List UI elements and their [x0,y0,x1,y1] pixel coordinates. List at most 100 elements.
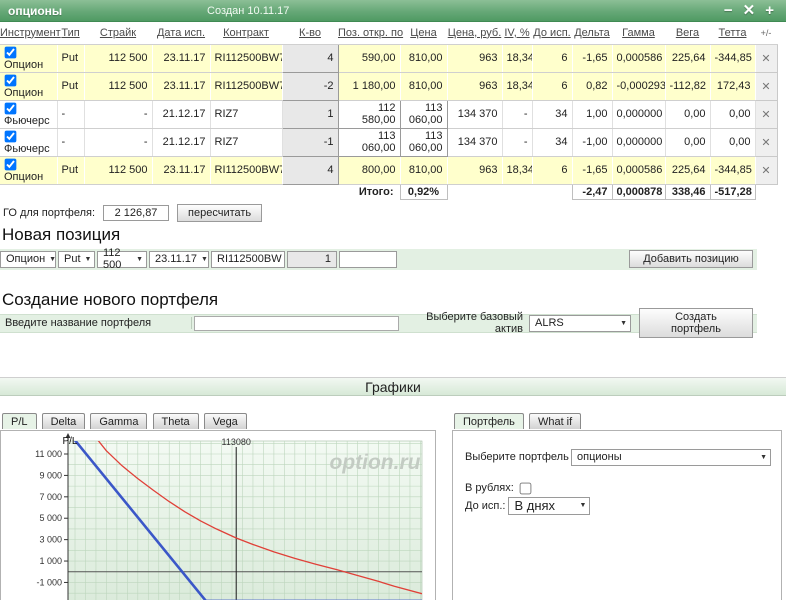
days-label: До исп.: [465,499,506,512]
tab-delta[interactable]: Delta [41,412,86,429]
chevron-down-icon: ▼ [760,453,767,461]
type-select[interactable]: Put ▼ [58,250,95,268]
open-price-field[interactable] [339,250,397,268]
cell-open_price: 590,00 [338,44,401,73]
col-days[interactable]: До исп. [532,22,572,45]
row-checkbox[interactable] [4,102,17,114]
delete-row-icon[interactable]: ✕ [754,43,778,73]
col-delta[interactable]: Дельта [572,22,612,45]
delete-row-icon[interactable]: ✕ [754,127,778,157]
svg-text:7 000: 7 000 [39,491,62,501]
cell-delta: -1,65 [572,156,613,185]
col-exp-date[interactable]: Дата исп. [152,22,210,45]
totals-delta: -2,47 [571,183,613,200]
contract-select[interactable]: RI112500BW▼ [211,250,293,268]
cell-price: 810,00 [400,44,448,73]
close-icon[interactable]: ✕ [743,2,756,19]
new-portfolio-heading: Создание нового портфеля [2,289,219,309]
delete-row-icon[interactable]: ✕ [754,71,778,101]
row-checkbox[interactable] [4,74,17,86]
portfolio-name-label: Введите название портфеля [0,317,192,329]
col-theta[interactable]: Тетта [710,22,755,45]
base-asset-select[interactable]: ALRS ▼ [529,314,631,332]
tab-portfolio[interactable]: Портфель [454,412,524,429]
add-position-button[interactable]: Добавить позицию [629,250,753,268]
col-price-rub[interactable]: Цена, руб. [447,22,502,45]
totals-gamma: 0,000878 [611,183,666,200]
tab-pl[interactable]: P/L [2,412,37,429]
cell-theta: 0,00 [710,128,756,157]
cell-qty: 4 [281,43,339,73]
portfolio-name-input[interactable] [194,315,399,331]
minimize-icon[interactable]: − [724,2,733,19]
cell-price_rub: 963 [447,156,503,185]
col-strike[interactable]: Страйк [84,22,152,45]
cell-gamma: 0,000000 [612,100,666,129]
strike-select[interactable]: 112 500 ▼ [97,247,147,271]
quantity-field[interactable]: 1 [287,250,337,268]
cell-contract: RIZ7 [210,100,283,129]
cell-exp_date: 23.11.17 [152,44,211,73]
portfolio-select[interactable]: опционы ▼ [571,448,771,466]
row-checkbox[interactable] [4,130,17,142]
cell-vega: -112,82 [665,72,711,101]
cell-price: 810,00 [400,156,448,185]
col-type[interactable]: Тип [57,22,84,45]
cell-exp_date: 21.12.17 [152,100,211,129]
table-row: ОпционPut112 50023.11.17RI112500BW7D4800… [0,155,778,185]
cell-exp_date: 21.12.17 [152,128,211,157]
cell-strike: 112 500 [84,44,153,73]
base-asset-label: Выберите базовый актив [426,311,523,335]
cell-iv: - [502,100,533,129]
tab-vega[interactable]: Vega [203,412,247,429]
cell-price: 113 060,00 [399,127,448,157]
cell-open_price: 113 060,00 [337,127,401,157]
delete-row-icon[interactable]: ✕ [754,155,778,185]
days-select[interactable]: В днях ▼ [508,496,591,515]
cell-open_price: 800,00 [338,156,401,185]
cell-price_rub: 963 [447,44,503,73]
table-row: ОпционPut112 50023.11.17RI112500BW7D4590… [0,43,778,73]
col-gamma[interactable]: Гамма [612,22,665,45]
add-icon[interactable]: + [765,2,774,19]
totals-label: Итого: [0,184,400,199]
cell-price_rub: 134 370 [447,128,503,157]
col-open-price[interactable]: Поз. откр. по [338,22,403,45]
cell-contract: RI112500BW7D [210,156,283,185]
tab-what-if[interactable]: What if [528,412,582,429]
portfolio-panel-tabs: Портфель What if [454,412,782,430]
tab-theta[interactable]: Theta [152,412,199,429]
create-portfolio-button[interactable]: Создать портфель [639,308,753,338]
cell-vega: 225,64 [665,156,711,185]
delete-row-icon[interactable]: ✕ [754,99,778,129]
row-checkbox[interactable] [4,46,17,58]
rubles-checkbox[interactable] [519,482,532,494]
table-row: Фьючерс - -21.12.17 RIZ7 1 112 580,00 113 060,… [0,99,778,129]
col-vega[interactable]: Вега [665,22,710,45]
col-iv[interactable]: IV, % [502,22,532,45]
cell-type: Put [57,44,85,73]
tab-gamma[interactable]: Gamma [90,412,148,429]
cell-gamma: 0,000586 [612,44,666,73]
chart-title: P/L [62,436,77,447]
cell-qty: -1 [281,127,339,157]
cell-exp_date: 23.11.17 [152,156,211,185]
chevron-down-icon: ▼ [620,319,627,327]
col-price[interactable]: Цена [400,22,447,45]
recalculate-button[interactable]: пересчитать [177,203,263,222]
col-qty[interactable]: К-во [282,22,338,45]
select-portfolio-label: Выберите портфель [465,451,569,463]
created-date: Создан 10.11.17 [207,5,290,17]
svg-text:1 000: 1 000 [39,556,62,566]
row-checkbox[interactable] [4,158,17,170]
margin-value-field[interactable]: 2 126,87 [103,204,170,221]
pl-chart: option.ru 113080 11 000 9 000 7 000 5 000 3 00… [0,429,436,600]
positions-table: Инструмент Тип Страйк Дата исп. Контракт… [0,22,778,200]
cell-days: 34 [532,128,573,157]
instrument-select[interactable]: Опцион ▼ [0,250,56,268]
col-contract[interactable]: Контракт [210,22,282,45]
totals-theta: -517,28 [709,183,756,200]
new-portfolio-row: Введите название портфеля Выберите базов… [0,308,757,338]
exp-date-select[interactable]: 23.11.17 ▼ [149,250,209,268]
col-instrument[interactable]: Инструмент [0,22,61,45]
